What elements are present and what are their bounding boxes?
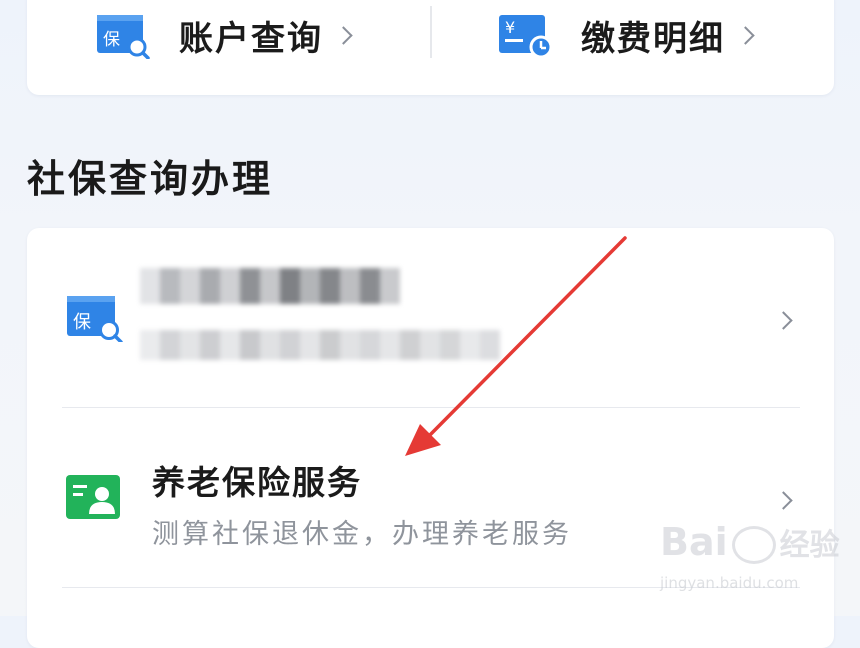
watermark-brand-suffix: 经验 xyxy=(779,528,840,563)
watermark-url: jingyan.baidu.com xyxy=(660,574,799,592)
watermark-brand: Bai xyxy=(660,520,728,564)
baidu-jingyan-watermark: Bai 经验 jingyan.baidu.com xyxy=(660,522,850,612)
paw-logo-icon xyxy=(731,525,776,564)
